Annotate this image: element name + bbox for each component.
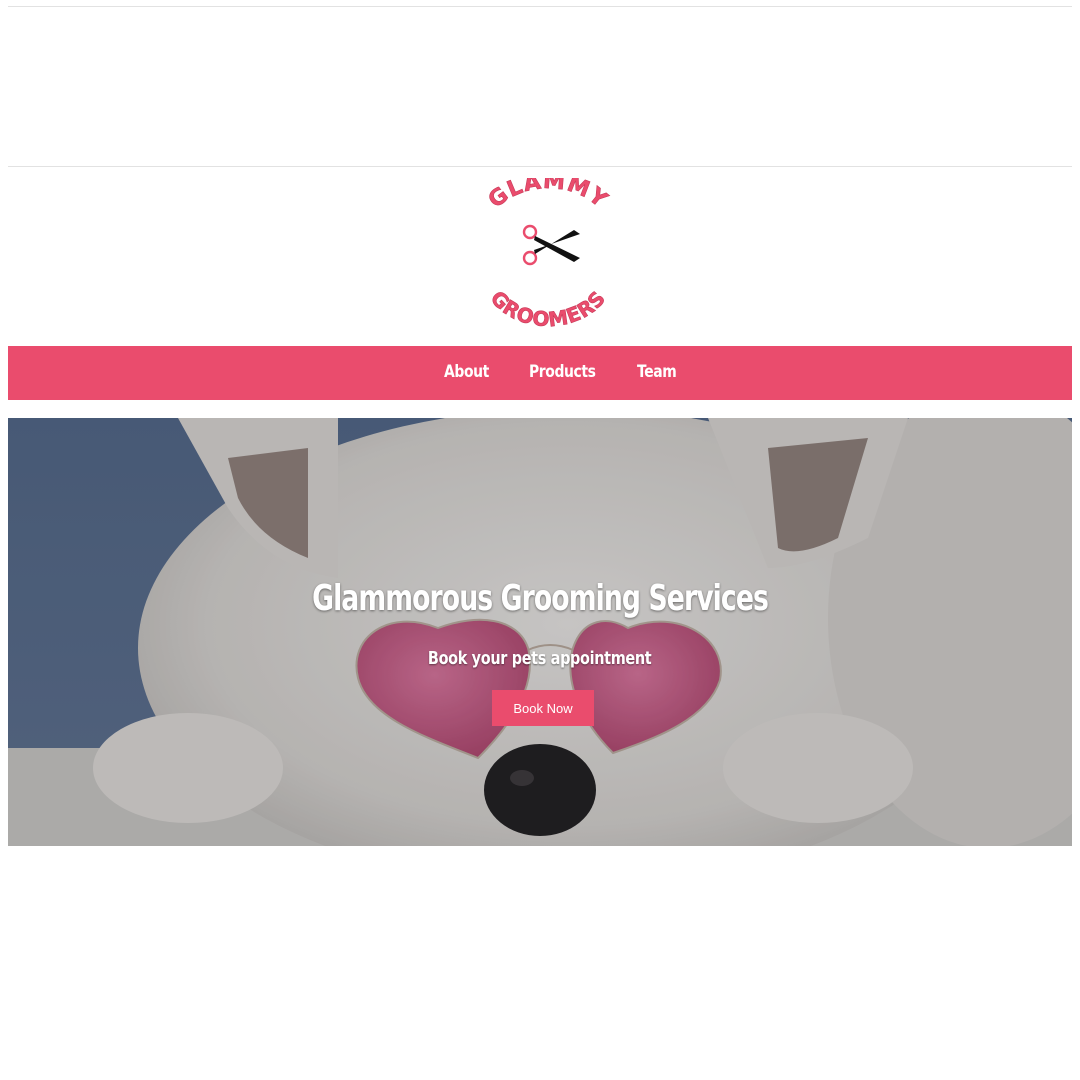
logo-top-text: GLAMMY [484, 178, 612, 214]
glammy-groomers-logo: GLAMMY GROOMERS [484, 178, 612, 328]
main-nav: About Products Team [8, 346, 1072, 400]
nav-link-about[interactable]: About [444, 362, 489, 382]
hero-overlay [8, 418, 1072, 846]
book-now-button[interactable]: Book Now [492, 690, 594, 726]
nav-link-team[interactable]: Team [637, 362, 677, 382]
hero-banner: Glammorous Grooming Services Book your p… [8, 418, 1072, 846]
nav-link-products[interactable]: Products [529, 362, 596, 382]
page: GLAMMY GROOMERS About Products Team Glam… [8, 0, 1072, 1080]
hero-title: Glammorous Grooming Services [312, 578, 769, 619]
svg-text:GLAMMY: GLAMMY [484, 178, 612, 213]
top-divider [8, 6, 1072, 7]
logo-bottom-text: GROOMERS [485, 286, 610, 328]
brand-logo[interactable]: GLAMMY GROOMERS [470, 178, 626, 328]
hero-subtitle: Book your pets appointment [428, 648, 652, 669]
svg-text:GROOMERS: GROOMERS [486, 286, 611, 328]
header-divider [8, 166, 1072, 167]
scissors-icon [522, 224, 580, 266]
